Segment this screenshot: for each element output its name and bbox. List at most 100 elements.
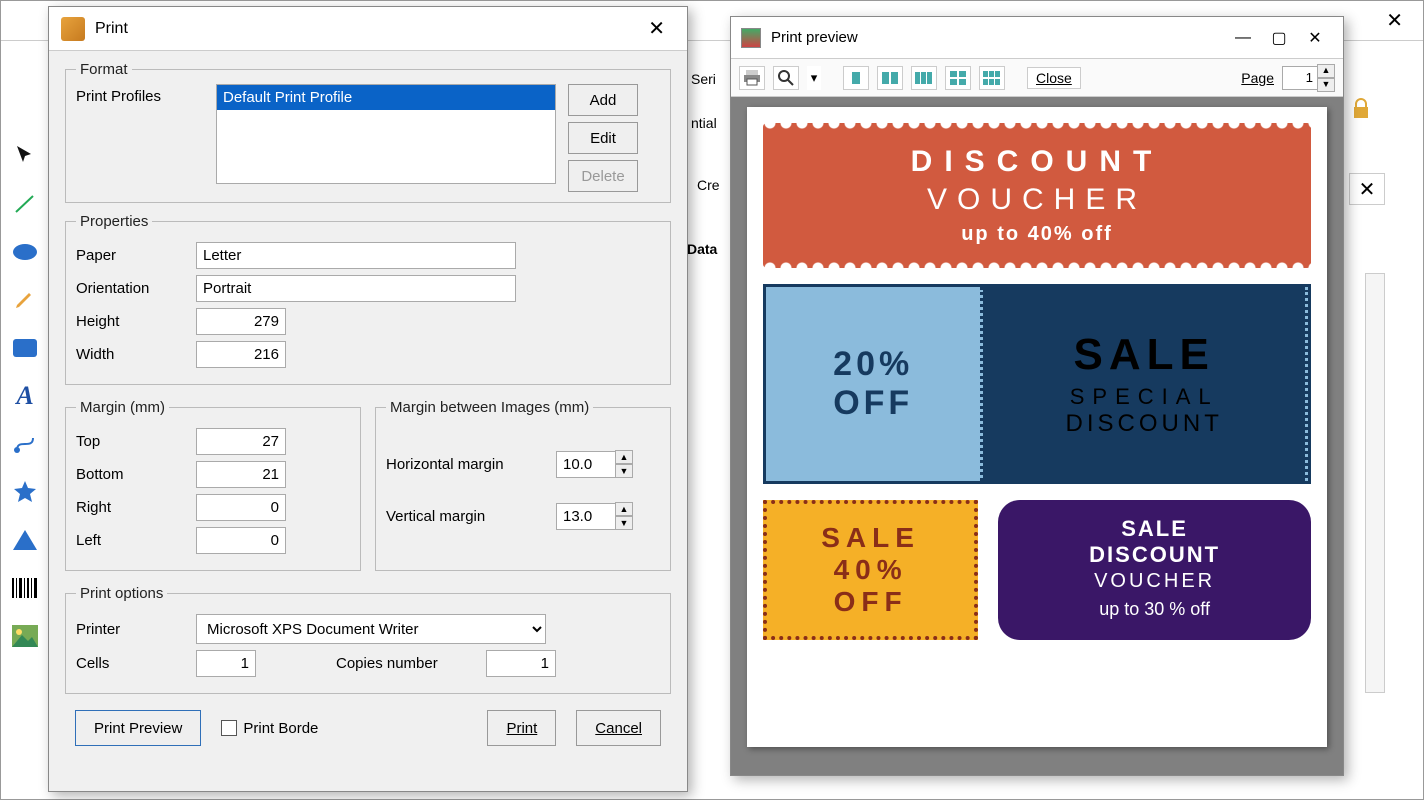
zoom-icon[interactable] — [773, 66, 799, 90]
maximize-icon[interactable]: ▢ — [1261, 24, 1297, 52]
print-profiles-label: Print Profiles — [76, 84, 216, 105]
print-dialog: Print ✕ Format Print Profiles Default Pr… — [48, 6, 688, 792]
margin-left-field[interactable] — [196, 527, 286, 554]
margin-group: Margin (mm) Top Bottom Right Left — [65, 399, 361, 571]
page-label: Page — [1241, 70, 1274, 86]
format-group: Format Print Profiles Default Print Prof… — [65, 61, 671, 203]
bg-tab-ntial: ntial — [691, 115, 717, 131]
page-number-field[interactable] — [1282, 66, 1318, 90]
print-dialog-title: Print — [95, 20, 638, 38]
coupon-sale-discount-voucher: SALE DISCOUNT VOUCHER up to 30 % off — [998, 500, 1311, 640]
printer-label: Printer — [76, 621, 196, 638]
coupon4-line3: VOUCHER — [1008, 570, 1301, 593]
coupon2-right: SALE SPECIAL DISCOUNT — [983, 287, 1308, 481]
main-close-icon[interactable]: ✕ — [1376, 4, 1413, 37]
cancel-button[interactable]: Cancel — [576, 710, 661, 746]
layout-6-icon[interactable] — [979, 66, 1005, 90]
panel-close-icon[interactable]: ✕ — [1349, 173, 1385, 205]
minimize-icon[interactable]: — — [1225, 24, 1261, 52]
lock-icon — [1349, 97, 1373, 121]
image-tool-icon[interactable] — [10, 621, 40, 651]
hmargin-up-button[interactable]: ▲ — [615, 450, 633, 464]
margin-between-legend: Margin between Images (mm) — [386, 399, 593, 416]
properties-legend: Properties — [76, 213, 152, 230]
layout-3-icon[interactable] — [911, 66, 937, 90]
coupon2b-line1: SALE — [1074, 330, 1215, 380]
line-tool-icon[interactable] — [10, 189, 40, 219]
curve-tool-icon[interactable] — [10, 429, 40, 459]
margin-right-label: Right — [76, 499, 196, 516]
page-down-button[interactable]: ▼ — [1317, 78, 1335, 92]
coupon2b-line2: SPECIAL — [1070, 384, 1219, 410]
preview-canvas[interactable]: DISCOUNT VOUCHER up to 40% off 20% OFF S… — [731, 97, 1343, 775]
pointer-tool-icon[interactable] — [10, 141, 40, 171]
profile-item-selected[interactable]: Default Print Profile — [217, 85, 555, 110]
triangle-tool-icon[interactable] — [10, 525, 40, 555]
paper-field[interactable] — [196, 242, 516, 269]
text-tool-icon[interactable]: A — [10, 381, 40, 411]
orientation-field[interactable] — [196, 275, 516, 302]
printer-icon[interactable] — [739, 66, 765, 90]
coupon2-left: 20% OFF — [766, 287, 983, 481]
print-options-group: Print options Printer Microsoft XPS Docu… — [65, 585, 671, 694]
hmargin-down-button[interactable]: ▼ — [615, 464, 633, 478]
width-field[interactable] — [196, 341, 286, 368]
margin-top-field[interactable] — [196, 428, 286, 455]
ellipse-tool-icon[interactable] — [10, 237, 40, 267]
orientation-label: Orientation — [76, 280, 196, 297]
vmargin-up-button[interactable]: ▲ — [615, 502, 633, 516]
print-button[interactable]: Print — [487, 710, 556, 746]
cells-field[interactable] — [196, 650, 256, 677]
printer-select[interactable]: Microsoft XPS Document Writer — [196, 614, 546, 644]
coupon4-line4: up to 30 % off — [1008, 599, 1301, 620]
vmargin-down-button[interactable]: ▼ — [615, 516, 633, 530]
margin-bottom-field[interactable] — [196, 461, 286, 488]
bg-tab-data: Data — [687, 241, 717, 257]
coupon2b-line3: DISCOUNT — [1066, 410, 1223, 438]
margin-right-field[interactable] — [196, 494, 286, 521]
rect-tool-icon[interactable] — [10, 333, 40, 363]
edit-button[interactable]: Edit — [568, 122, 638, 154]
delete-button: Delete — [568, 160, 638, 192]
dialog-footer: Print Preview Print Borde Print Cancel — [65, 704, 671, 752]
width-label: Width — [76, 346, 196, 363]
margin-left-label: Left — [76, 532, 196, 549]
layout-4-icon[interactable] — [945, 66, 971, 90]
coupon-discount-voucher: DISCOUNT VOUCHER up to 40% off — [763, 123, 1311, 268]
layout-2-icon[interactable] — [877, 66, 903, 90]
app-icon — [61, 17, 85, 41]
vmargin-field[interactable] — [556, 503, 616, 530]
coupon-bottom-row: SALE 40% OFF SALE DISCOUNT VOUCHER up to… — [763, 500, 1311, 640]
preview-app-icon — [741, 28, 761, 48]
scrollbar[interactable] — [1365, 273, 1385, 693]
pencil-tool-icon[interactable] — [10, 285, 40, 315]
print-preview-button[interactable]: Print Preview — [75, 710, 201, 746]
hmargin-field[interactable] — [556, 451, 616, 478]
print-border-label: Print Borde — [243, 720, 318, 737]
height-field[interactable] — [196, 308, 286, 335]
preview-close-icon[interactable]: ✕ — [1297, 24, 1333, 52]
layout-1-icon[interactable] — [843, 66, 869, 90]
coupon-sale-40: SALE 40% OFF — [763, 500, 978, 640]
print-profiles-list[interactable]: Default Print Profile — [216, 84, 556, 184]
format-legend: Format — [76, 61, 132, 78]
print-border-checkbox[interactable]: Print Borde — [221, 720, 318, 737]
tool-palette: A — [5, 141, 45, 651]
coupon2a-line1: 20% — [833, 345, 913, 384]
barcode-tool-icon[interactable] — [10, 573, 40, 603]
page-up-button[interactable]: ▲ — [1317, 64, 1335, 78]
preview-close-button[interactable]: Close — [1027, 67, 1081, 89]
height-label: Height — [76, 313, 196, 330]
zoom-dropdown-icon[interactable]: ▾ — [807, 66, 821, 90]
add-button[interactable]: Add — [568, 84, 638, 116]
coupon1-line3: up to 40% off — [763, 223, 1311, 246]
coupon1-line1: DISCOUNT — [763, 145, 1311, 179]
margin-between-group: Margin between Images (mm) Horizontal ma… — [375, 399, 671, 571]
copies-field[interactable] — [486, 650, 556, 677]
coupon3-line2: 40% — [773, 554, 968, 586]
copies-label: Copies number — [336, 655, 486, 672]
star-tool-icon[interactable] — [10, 477, 40, 507]
close-icon[interactable]: ✕ — [638, 14, 675, 43]
bg-tab-seri: Seri — [691, 71, 716, 87]
paper-label: Paper — [76, 247, 196, 264]
